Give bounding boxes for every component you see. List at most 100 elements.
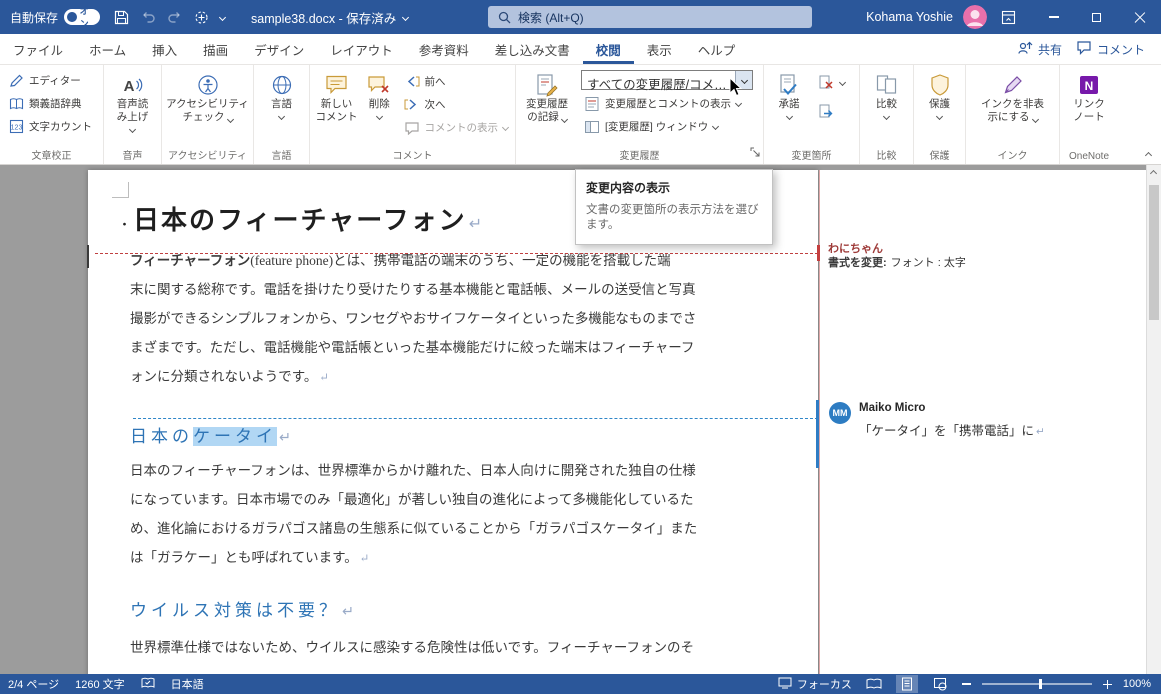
user-name: Kohama Yoshie (866, 10, 953, 24)
comment-text-run: 「ケータイ」を「携帯電話」に (859, 424, 1034, 438)
ribbon-display-options-icon[interactable] (1001, 10, 1016, 25)
zoom-level[interactable]: 100% (1123, 678, 1151, 690)
scroll-up-icon[interactable] (1150, 170, 1157, 177)
compare-label: 比較 (876, 98, 897, 111)
protect-button[interactable]: 保護 (917, 68, 963, 119)
document-heading-2: 日本のケータイ↵ (130, 422, 295, 447)
comment-card[interactable]: MM Maiko Micro 「ケータイ」を「携帯電話」に↵ (829, 402, 1045, 439)
comment-text: 「ケータイ」を「携帯電話」に↵ (859, 420, 1045, 439)
tab-home[interactable]: ホーム (76, 34, 139, 64)
delete-comment-button[interactable]: 削除 (361, 68, 397, 119)
focus-mode-button[interactable]: フォーカス (778, 676, 852, 692)
read-mode-button[interactable] (863, 675, 885, 693)
undo-icon[interactable] (140, 10, 156, 24)
previous-comment-label: 前へ (425, 74, 446, 89)
track-changes-icon (535, 71, 559, 98)
svg-text:123: 123 (10, 125, 22, 132)
page-indicator[interactable]: 2/4 ページ (0, 676, 67, 692)
group-label-accessibility: アクセシビリティ (162, 147, 253, 162)
print-layout-button[interactable] (896, 675, 918, 693)
web-layout-button[interactable] (929, 675, 951, 693)
tab-references[interactable]: 参考資料 (406, 34, 482, 64)
tab-help[interactable]: ヘルプ (685, 34, 749, 64)
autosave-switch[interactable]: オン (64, 9, 100, 25)
zoom-slider[interactable] (982, 683, 1092, 685)
display-for-review-combo[interactable]: すべての変更履歴/コメ… (581, 70, 753, 90)
tab-review[interactable]: 校閲 (583, 34, 634, 64)
comment-body: Maiko Micro 「ケータイ」を「携帯電話」に↵ (859, 402, 1045, 439)
comments-button[interactable]: コメント (1076, 40, 1145, 58)
share-button[interactable]: 共有 (1017, 40, 1062, 58)
previous-comment-button[interactable]: 前へ (398, 70, 514, 93)
user-avatar[interactable] (963, 5, 987, 29)
show-comments-button[interactable]: コメントの表示 (398, 116, 514, 139)
text-line: になっています。日本市場でのみ「最適化」が著しい独自の進化によって多機能化してい… (130, 485, 706, 514)
touch-mouse-mode-icon[interactable] (194, 10, 209, 25)
accessibility-icon (197, 71, 219, 98)
accept-button[interactable]: 承諾 (766, 68, 812, 119)
word-count-label: 1260 文字 (75, 676, 125, 692)
zoom-in-icon[interactable] (1103, 680, 1112, 689)
accessibility-check-button[interactable]: アクセシビリティ チェック (164, 68, 251, 124)
accept-icon (777, 71, 801, 98)
tab-design[interactable]: デザイン (241, 34, 317, 64)
accept-label: 承諾 (779, 98, 800, 111)
search-icon (498, 11, 511, 24)
revision-balloon[interactable]: わにちゃん 書式を変更:フォント : 太字 (828, 242, 966, 270)
word-count-indicator[interactable]: 1260 文字 (67, 676, 133, 692)
editor-button[interactable]: エディター (2, 69, 97, 92)
close-button[interactable] (1118, 0, 1161, 34)
text-run: は「ガラケー」とも呼ばれています。 (130, 550, 358, 565)
revision-text: 書式を変更:フォント : 太字 (828, 256, 966, 270)
thesaurus-button[interactable]: 類義語辞典 (2, 92, 97, 115)
compare-button[interactable]: 比較 (863, 68, 911, 119)
language-indicator[interactable]: 日本語 (163, 676, 212, 692)
tab-file[interactable]: ファイル (0, 34, 76, 64)
tab-insert[interactable]: 挿入 (139, 34, 190, 64)
redo-icon[interactable] (167, 10, 183, 24)
group-ink: インクを非表 示にする インク (966, 65, 1060, 164)
read-aloud-button[interactable]: A 音声読 み上げ (106, 68, 159, 132)
next-change-button[interactable] (812, 100, 850, 123)
comment-bubble-icon (1076, 40, 1092, 58)
scrollbar-thumb[interactable] (1149, 185, 1159, 320)
tab-layout[interactable]: レイアウト (317, 34, 406, 64)
track-changes-chevron-icon (561, 115, 568, 122)
group-label-tracking: 変更履歴 (516, 147, 763, 162)
reviewing-pane-button[interactable]: [変更履歴] ウィンドウ (578, 115, 753, 138)
tab-view[interactable]: 表示 (634, 34, 685, 64)
hide-ink-button[interactable]: インクを非表 示にする (969, 68, 1057, 124)
minimize-button[interactable] (1032, 0, 1075, 34)
zoom-out-icon[interactable] (962, 683, 971, 685)
word-count-button[interactable]: 123 文字カウント (2, 115, 97, 138)
save-icon[interactable] (114, 10, 129, 25)
zoom-slider-thumb[interactable] (1039, 679, 1042, 689)
document-title[interactable]: sample38.docx - 保存済み (251, 8, 408, 27)
next-comment-button[interactable]: 次へ (398, 93, 514, 116)
collapse-ribbon-icon[interactable] (1145, 152, 1152, 159)
tabrow-right: 共有 コメント (1017, 34, 1161, 64)
new-comment-button[interactable]: 新しい コメント (312, 68, 361, 124)
group-protect: 保護 保護 (914, 65, 966, 164)
reject-button[interactable] (812, 71, 850, 94)
statusbar-right: フォーカス 100% (778, 675, 1161, 693)
linked-notes-button[interactable]: N リンク ノート (1063, 68, 1115, 124)
track-changes-button[interactable]: 変更履歴 の記録 (518, 68, 576, 124)
language-button[interactable]: 言語 (257, 68, 307, 119)
show-markup-button[interactable]: 変更履歴とコメントの表示 (578, 92, 753, 115)
revision-connector-line (95, 253, 818, 254)
autosave-toggle[interactable]: 自動保存 オン (10, 9, 100, 26)
tab-mailings[interactable]: 差し込み文書 (482, 34, 583, 64)
group-label-changes: 変更箇所 (764, 147, 859, 162)
revision-anchor-bar (817, 245, 820, 261)
page[interactable]: ・ 日本のフィーチャーフォン ↵ フィーチャーフォン(feature phone… (88, 170, 818, 674)
qat-customize-chevron-icon[interactable] (219, 13, 226, 20)
proofing-status[interactable] (133, 677, 163, 692)
group-speech: A 音声読 み上げ 音声 (104, 65, 162, 164)
maximize-button[interactable] (1075, 0, 1118, 34)
tab-draw[interactable]: 描画 (190, 34, 241, 64)
paragraph-mark: ↵ (319, 372, 329, 384)
vertical-scrollbar[interactable] (1146, 165, 1161, 674)
close-icon (1134, 11, 1146, 23)
search-box[interactable]: 検索 (Alt+Q) (488, 6, 812, 28)
